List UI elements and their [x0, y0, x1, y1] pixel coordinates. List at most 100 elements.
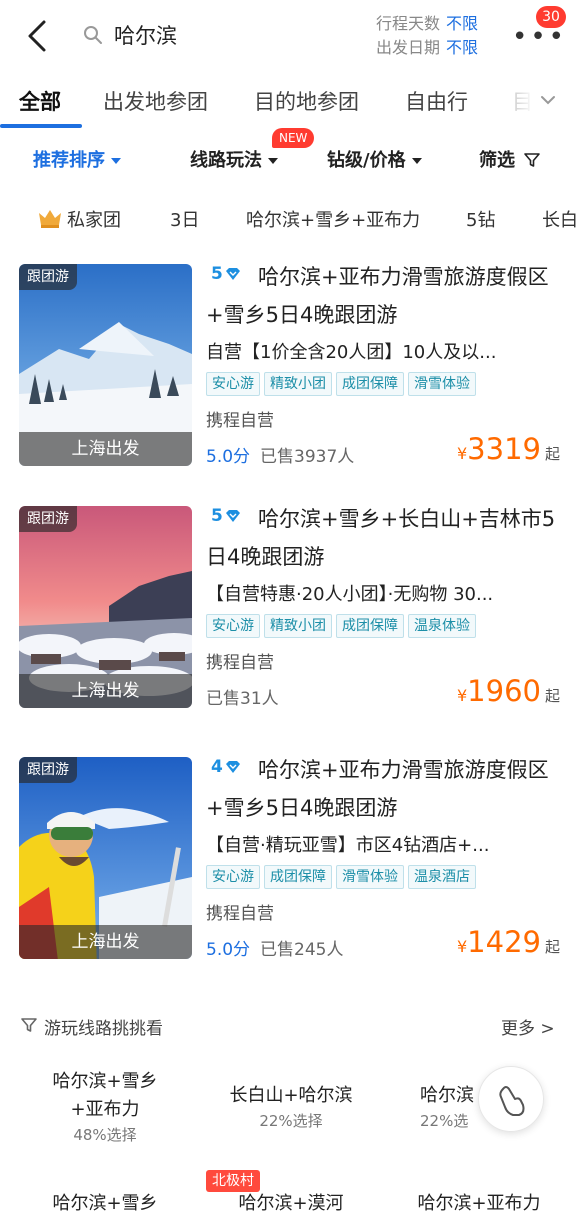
route-name: 哈尔滨+亚布力: [417, 1193, 541, 1214]
category-tabs: 全部 出发地参团 目的地参团 自由行 目: [0, 76, 578, 128]
sort-recommended-label: 推荐排序: [33, 150, 105, 171]
product-title[interactable]: 哈尔滨+雪乡+长白山+吉林市5日4晚跟团游: [206, 500, 556, 576]
product-tag: 温泉体验: [408, 614, 476, 638]
route-option[interactable]: 哈尔滨+雪乡: [40, 1190, 170, 1216]
back-arrow-icon[interactable]: [14, 14, 58, 58]
product-tag: 成团保障: [264, 865, 332, 889]
search-input[interactable]: 哈尔滨: [114, 20, 177, 50]
chip-partial[interactable]: 长白: [542, 206, 578, 232]
trip-days-value: 不限: [446, 14, 479, 33]
crown-icon: [39, 210, 61, 228]
tab-free-travel[interactable]: 自由行: [405, 86, 468, 116]
route-option[interactable]: 哈尔滨+漠河: [216, 1190, 366, 1216]
chip-route[interactable]: 哈尔滨+雪乡+亚布力: [246, 206, 420, 232]
route-option[interactable]: 长白山+哈尔滨 22%选择: [216, 1082, 366, 1132]
route-option[interactable]: 哈尔滨+雪乡 +亚布力 48%选择: [40, 1068, 170, 1146]
currency-symbol: ¥: [456, 444, 468, 463]
product-tag: 温泉酒店: [408, 865, 476, 889]
sold-count: 已售3937人: [260, 447, 355, 467]
filter-button[interactable]: 筛选: [479, 146, 541, 172]
product-meta: 5.0分 已售245人: [206, 935, 344, 960]
product-tag: 安心游: [206, 865, 260, 889]
product-tag: 滑雪体验: [336, 865, 404, 889]
currency-symbol: ¥: [456, 937, 468, 956]
more-dots-icon: •••: [512, 22, 568, 52]
hand-pointer-icon: [499, 1086, 525, 1116]
route-name: 哈尔滨+雪乡: [52, 1071, 158, 1092]
sort-level-price[interactable]: 钻级/价格: [327, 146, 422, 172]
price-suffix: 起: [544, 938, 560, 956]
caret-down-icon: [411, 158, 422, 164]
product-tags: 安心游 成团保障 滑雪体验 温泉酒店: [206, 865, 480, 889]
chip-private-group[interactable]: 私家团: [37, 206, 121, 232]
product-type-tag: 跟团游: [19, 264, 77, 290]
tab-all[interactable]: 全部: [19, 86, 61, 116]
route-section-header: 游玩线路挑挑看 更多 >: [0, 1010, 578, 1040]
product-tag: 安心游: [206, 372, 260, 396]
product-meta: 已售31人: [206, 684, 279, 709]
route-name: 长白山+哈尔滨: [229, 1085, 353, 1106]
product-title[interactable]: 哈尔滨+亚布力滑雪旅游度假区+雪乡5日4晚跟团游: [206, 751, 556, 827]
product-price: ¥3319 起: [457, 432, 560, 466]
product-description: 【自营·精玩亚雪】市区4钻酒店+...: [206, 835, 490, 856]
notification-badge: 30: [536, 6, 566, 28]
seller-name: 携程自营: [206, 653, 274, 673]
product-type-tag: 跟团游: [19, 757, 77, 783]
new-badge: NEW: [272, 128, 315, 148]
sort-level-price-label: 钻级/价格: [327, 150, 406, 171]
product-price: ¥1429 起: [457, 925, 560, 959]
funnel-icon: [524, 153, 541, 167]
departure-city: 上海出发: [19, 925, 192, 959]
product-card[interactable]: 跟团游 上海出发 5 哈尔滨+雪乡+长白山+吉林市5日4晚跟团游 【自营特惠·2…: [0, 506, 578, 726]
product-tags: 安心游 精致小团 成团保障 滑雪体验: [206, 372, 480, 396]
quick-filter-chips: 私家团 3日 哈尔滨+雪乡+亚布力 5钻 长白: [0, 196, 578, 244]
route-option[interactable]: 哈尔滨+亚布力: [404, 1190, 554, 1216]
tab-destination-group[interactable]: 目的地参团: [254, 86, 359, 116]
product-card[interactable]: 跟团游 上海出发 4 哈尔滨+亚布力滑雪旅游度假区+雪乡5日4晚跟团游 【自营·…: [0, 757, 578, 977]
product-tag: 成团保障: [336, 614, 404, 638]
sort-route-play[interactable]: 线路玩法: [190, 146, 278, 172]
price-value: 1960: [467, 674, 541, 708]
sort-recommended[interactable]: 推荐排序: [33, 146, 121, 172]
seller-name: 携程自营: [206, 904, 274, 924]
product-tag: 精致小团: [264, 614, 332, 638]
chevron-down-icon[interactable]: [538, 90, 558, 110]
route-section-title: 游玩线路挑挑看: [44, 1019, 163, 1039]
floating-assistant-button[interactable]: [478, 1066, 544, 1132]
product-tag: 成团保障: [336, 372, 404, 396]
search-icon: [84, 26, 102, 44]
chip-5-diamond[interactable]: 5钻: [466, 206, 495, 232]
price-suffix: 起: [544, 687, 560, 705]
product-type-tag: 跟团游: [19, 506, 77, 532]
departure-city: 上海出发: [19, 432, 192, 466]
funnel-icon: [21, 1018, 37, 1032]
sort-route-play-label: 线路玩法: [190, 150, 262, 171]
product-title[interactable]: 哈尔滨+亚布力滑雪旅游度假区+雪乡5日4晚跟团游: [206, 258, 556, 334]
route-pick-rate: 22%选择: [259, 1112, 323, 1130]
rating-score: 5.0分: [206, 447, 251, 467]
tab-active-indicator: [0, 124, 82, 128]
trip-filter-summary[interactable]: 行程天数 不限 出发日期 不限: [376, 12, 478, 60]
filter-label: 筛选: [479, 150, 515, 171]
depart-date-value: 不限: [446, 38, 479, 57]
caret-down-icon: [111, 158, 121, 164]
currency-symbol: ¥: [456, 686, 468, 705]
seller-name: 携程自营: [206, 411, 274, 431]
route-badge: 北极村: [206, 1170, 260, 1192]
route-name: 哈尔滨+漠河: [238, 1193, 344, 1214]
product-image: 跟团游 上海出发: [19, 506, 192, 708]
route-more-link[interactable]: 更多 >: [501, 1014, 555, 1039]
product-description: 【自营特惠·20人小团】·无购物 30...: [206, 584, 494, 605]
chip-label: 私家团: [67, 210, 121, 231]
sold-count: 已售245人: [260, 940, 344, 960]
depart-date-label: 出发日期: [376, 38, 441, 57]
route-name: 哈尔滨+雪乡: [52, 1193, 158, 1214]
sold-count: 已售31人: [206, 689, 279, 709]
chip-3-days[interactable]: 3日: [170, 206, 199, 232]
tab-departure-group[interactable]: 出发地参团: [103, 86, 208, 116]
product-card[interactable]: 跟团游 上海出发 5 哈尔滨+亚布力滑雪旅游度假区+雪乡5日4晚跟团游 自营【1…: [0, 264, 578, 484]
product-tag: 滑雪体验: [408, 372, 476, 396]
rating-score: 5.0分: [206, 940, 251, 960]
departure-city: 上海出发: [19, 674, 192, 708]
product-tags: 安心游 精致小团 成团保障 温泉体验: [206, 614, 480, 638]
